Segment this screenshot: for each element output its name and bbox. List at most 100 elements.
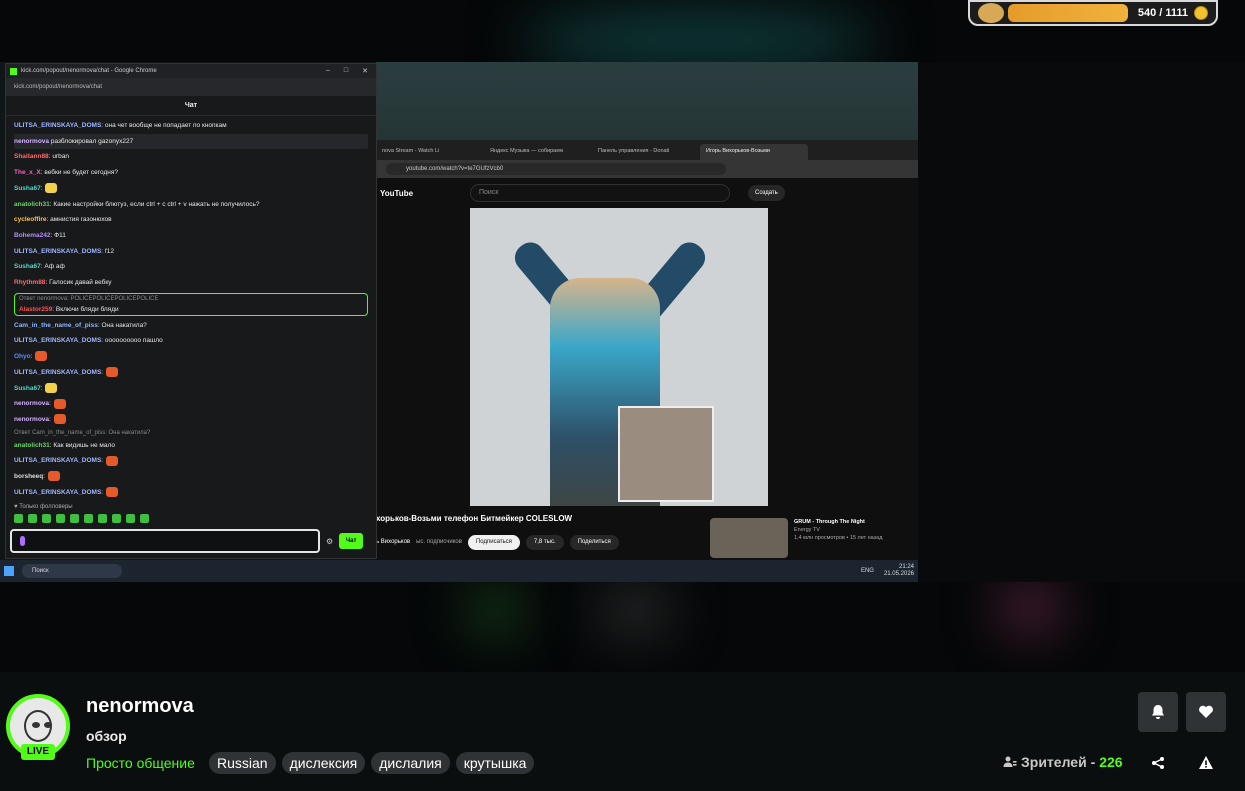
chat-message[interactable]: The_x_X: вебки не будет сегодня? (14, 165, 368, 181)
chat-username[interactable]: borsheeq (14, 473, 43, 480)
chat-text: Какие настройки блютуз, если ctrl + c ct… (53, 200, 260, 208)
chat-message[interactable]: cycleoffire: амнистия газонюхов (14, 212, 368, 228)
chat-username[interactable]: anatolich31 (14, 442, 50, 449)
chat-message[interactable]: ULITSA_ERINSKAYA_DOMS: f12 (14, 244, 368, 260)
chat-username[interactable]: Alastor259 (19, 306, 52, 313)
chat-username[interactable]: ULITSA_ERINSKAYA_DOMS (14, 337, 101, 344)
emote-icon (47, 471, 60, 482)
viewers-icon (1003, 756, 1017, 767)
chat-username[interactable]: Susha67 (14, 263, 41, 270)
chat-input[interactable] (10, 529, 320, 553)
chat-username[interactable]: ULITSA_ERINSKAYA_DOMS (14, 369, 101, 376)
chat-username[interactable]: cycleoffire (14, 216, 47, 223)
browser-tab[interactable]: Яндекс Музыка — собираем (484, 144, 592, 160)
chat-username[interactable]: ULITSA_ERINSKAYA_DOMS (14, 457, 101, 464)
chat-message[interactable]: nenormova разблокировал gazonyx227 (14, 133, 368, 150)
youtube-logo[interactable]: YouTube (380, 189, 470, 198)
tag[interactable]: крутышка (455, 752, 535, 774)
like-button[interactable]: 7,8 тыс. (525, 534, 564, 550)
chat-message[interactable]: Shaitann88: urban (14, 149, 368, 165)
chat-username[interactable]: Bohema242 (14, 232, 51, 239)
chat-username[interactable]: Susha67 (14, 185, 41, 192)
emote-icon[interactable] (84, 514, 93, 524)
chat-username[interactable]: anatolich31 (14, 201, 50, 208)
youtube-video[interactable] (470, 208, 768, 506)
tag[interactable]: дислалия (371, 752, 450, 774)
chat-username[interactable]: nenormova (14, 400, 49, 407)
windows-start-icon[interactable] (4, 566, 14, 576)
chat-username[interactable]: Cam_in_the_name_of_piss (14, 322, 98, 329)
chat-message[interactable]: Susha67: (14, 181, 368, 197)
highlighted-reply[interactable]: Ответ nenormova: POLICEPOLICEPOLICEPOLIC… (14, 292, 368, 316)
channel-name[interactable]: ь Вихорьков (376, 539, 410, 545)
notification-button[interactable] (1138, 692, 1178, 732)
create-button[interactable]: Создать (748, 185, 785, 201)
close-icon[interactable]: ✕ (362, 67, 368, 75)
chat-message[interactable]: ULITSA_ERINSKAYA_DOMS: (14, 453, 368, 469)
chat-message[interactable]: anatolich31: Какие настройки блютуз, есл… (14, 197, 368, 213)
stream-player[interactable]: 540 / 1111 nova Stream - Watch Li Яндекс… (0, 0, 1245, 672)
youtube-search-input[interactable]: Поиск (470, 184, 730, 202)
channel-row: ь Вихорьков ыс. подписчиков Подписаться … (376, 532, 706, 552)
chat-message[interactable]: Rhythm88: Галосик давай вебку (14, 275, 368, 291)
emote-icon[interactable] (70, 514, 79, 524)
url-field[interactable]: youtube.com/watch?v=te7GUfzVcb0 (386, 163, 726, 175)
emote-icon[interactable] (112, 514, 121, 524)
follow-button[interactable] (1186, 692, 1226, 732)
chat-username[interactable]: ULITSA_ERINSKAYA_DOMS (14, 248, 101, 255)
chat-url-bar[interactable]: kick.com/popout/nenormova/chat (6, 78, 376, 96)
chat-username[interactable]: Ohyo (14, 353, 31, 360)
chat-username[interactable]: The_x_X (14, 169, 41, 176)
chat-message[interactable]: borsheeq: (14, 469, 368, 485)
emote-icon[interactable] (14, 514, 23, 524)
chat-message[interactable]: Alastor259: Включи бляди бляди (19, 304, 363, 315)
taskbar-search[interactable]: Поиск (22, 564, 122, 578)
chat-message[interactable]: anatolich31: Как видишь не мало (14, 438, 368, 454)
chat-username[interactable]: nenormova (14, 138, 49, 145)
chat-message[interactable]: ULITSA_ERINSKAYA_DOMS: (14, 485, 368, 501)
share-button[interactable] (1147, 752, 1169, 774)
emote-icon[interactable] (42, 514, 51, 524)
chat-message[interactable]: nenormova: (14, 412, 368, 428)
chat-username[interactable]: nenormova (14, 416, 49, 423)
background-glow (470, 590, 520, 630)
chat-message[interactable]: nenormova: (14, 396, 368, 412)
chat-message[interactable]: ULITSA_ERINSKAYA_DOMS: она чет вообще не… (14, 118, 368, 134)
minimize-icon[interactable]: – (326, 67, 330, 75)
language-indicator[interactable]: ENG (861, 568, 874, 574)
tag[interactable]: Russian (209, 752, 276, 774)
browser-tab[interactable]: nova Stream - Watch Li (376, 144, 484, 160)
chat-message[interactable]: Bohema242: Ф11 (14, 228, 368, 244)
maximize-icon[interactable]: □ (344, 67, 348, 75)
emote-icon[interactable] (56, 514, 65, 524)
browser-tab[interactable]: Панель управления - Donati (592, 144, 700, 160)
chat-username[interactable]: Susha67 (14, 385, 41, 392)
mic-icon (20, 536, 25, 546)
settings-icon[interactable]: ⚙ (326, 537, 333, 546)
streamer-name[interactable]: nenormova (86, 695, 194, 718)
report-button[interactable] (1195, 752, 1217, 774)
chat-message-list[interactable]: ULITSA_ERINSKAYA_DOMS: она чет вообще не… (6, 116, 376, 502)
chat-username[interactable]: Shaitann88 (14, 153, 49, 160)
chat-message[interactable]: ULITSA_ERINSKAYA_DOMS: оооооооооо пашло (14, 333, 368, 349)
stream-category-link[interactable]: Просто общение (86, 755, 195, 771)
share-button[interactable]: Поделиться (569, 534, 619, 550)
chat-message[interactable]: Susha67: Аф аф (14, 259, 368, 275)
chat-text: Как видишь не мало (53, 441, 115, 449)
chat-username[interactable]: ULITSA_ERINSKAYA_DOMS (14, 489, 101, 496)
recommended-video[interactable]: GRUM - Through The Night Energy TV 1,4 м… (710, 518, 910, 558)
chat-message[interactable]: Cam_in_the_name_of_piss: Она накатила? (14, 318, 368, 334)
emote-icon[interactable] (140, 514, 149, 524)
browser-tab-active[interactable]: Игорь Вихорьков-Возьми (700, 144, 808, 160)
chat-username[interactable]: ULITSA_ERINSKAYA_DOMS (14, 122, 101, 129)
chat-username[interactable]: Rhythm88 (14, 279, 45, 286)
emote-icon[interactable] (98, 514, 107, 524)
chat-message[interactable]: Susha67: (14, 381, 368, 397)
emote-icon[interactable] (28, 514, 37, 524)
chat-message[interactable]: ULITSA_ERINSKAYA_DOMS: (14, 365, 368, 381)
chat-send-button[interactable]: Чат (339, 533, 364, 549)
chat-message[interactable]: Ohyo: (14, 349, 368, 365)
subscribe-button[interactable]: Подписаться (467, 534, 520, 550)
emote-icon[interactable] (126, 514, 135, 524)
tag[interactable]: дислексия (281, 752, 366, 774)
